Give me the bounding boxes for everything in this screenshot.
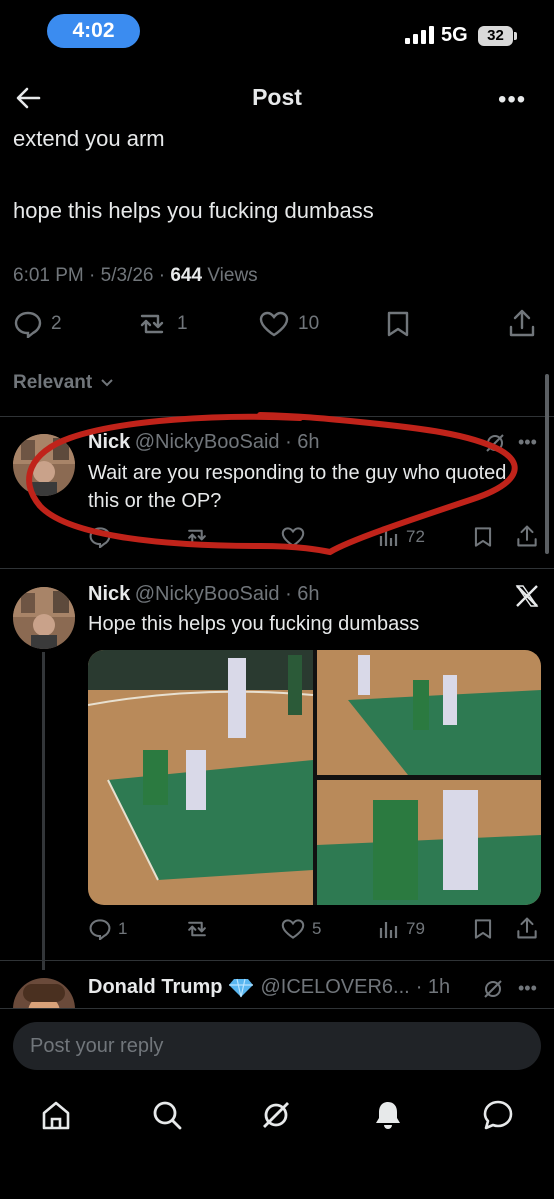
reply-count: 2	[51, 313, 62, 334]
search-icon[interactable]	[151, 1099, 183, 1136]
repost-button[interactable]: 1	[135, 310, 188, 338]
reply-button[interactable]: 1	[88, 918, 127, 940]
media-grid[interactable]	[88, 650, 541, 905]
bookmark-icon[interactable]	[386, 310, 410, 343]
like-button[interactable]: 10	[258, 310, 319, 338]
status-time: 4:02	[47, 14, 140, 48]
repost-count: 1	[177, 313, 188, 334]
annotation-circle	[26, 412, 518, 556]
views-button[interactable]: 79	[378, 918, 425, 940]
author-handle[interactable]: @ICELOVER6...	[260, 976, 409, 999]
views-count: 79	[406, 919, 425, 938]
reply-button[interactable]: 2	[13, 310, 62, 338]
home-icon[interactable]	[40, 1099, 72, 1136]
battery-icon: 32	[478, 26, 513, 46]
sort-label: Relevant	[13, 372, 93, 393]
sort-dropdown[interactable]: Relevant	[13, 372, 114, 394]
repost-icon	[188, 921, 206, 937]
reply-composer[interactable]: Post your reply	[13, 1022, 541, 1070]
x-logo-icon[interactable]	[514, 583, 540, 614]
divider	[0, 568, 554, 569]
views-count: 644	[170, 265, 203, 286]
reply-time: · 6h	[279, 583, 320, 605]
grok-icon[interactable]	[260, 1099, 292, 1136]
like-count: 10	[298, 313, 320, 334]
reply-icon	[14, 311, 42, 338]
like-count: 5	[312, 919, 322, 938]
more-icon[interactable]: •••	[498, 86, 526, 114]
grok-icon[interactable]	[482, 978, 504, 1005]
bookmark-icon[interactable]	[473, 918, 493, 945]
messages-icon[interactable]	[482, 1099, 514, 1136]
reply-header: Nick @NickyBooSaid · 6h	[88, 583, 320, 606]
more-icon[interactable]: •••	[518, 978, 537, 999]
heart-icon	[281, 919, 305, 939]
heart-icon	[259, 311, 289, 337]
post-text-line-1: extend you arm	[13, 126, 165, 151]
repost-icon	[140, 314, 164, 334]
reply-icon	[89, 919, 111, 940]
author-name[interactable]: Nick	[88, 583, 130, 605]
diamond-icon	[229, 978, 254, 997]
battery-tip	[514, 32, 517, 40]
network-label: 5G	[441, 24, 468, 46]
author-name[interactable]: Donald Trump	[88, 976, 222, 999]
signal-icon	[405, 26, 434, 44]
post-meta: 6:01 PM · 5/3/26 · 644 Views	[13, 265, 258, 287]
reply-time: · 1h	[415, 976, 451, 998]
notifications-icon[interactable]	[372, 1099, 404, 1136]
avatar[interactable]	[13, 587, 75, 649]
reply-header: Donald Trump @ICELOVER6... · 1h	[88, 976, 450, 999]
analytics-icon	[379, 922, 398, 938]
author-handle[interactable]: @NickyBooSaid	[135, 583, 280, 605]
post-text-line-2: hope this helps you fucking dumbass	[13, 198, 374, 223]
divider	[0, 960, 554, 961]
views-label: Views	[202, 265, 258, 286]
like-button[interactable]: 5	[280, 918, 321, 940]
chevron-down-icon	[101, 379, 114, 387]
reply-count: 1	[118, 919, 128, 938]
thread-line	[42, 652, 45, 970]
reply-text: Hope this helps you fucking dumbass	[88, 613, 420, 635]
share-icon[interactable]	[508, 308, 536, 343]
post-timestamp: 6:01 PM · 5/3/26 ·	[13, 265, 171, 286]
page-title: Post	[252, 84, 302, 110]
repost-button[interactable]	[183, 918, 211, 940]
share-icon[interactable]	[516, 916, 538, 945]
media-image[interactable]	[88, 650, 541, 905]
